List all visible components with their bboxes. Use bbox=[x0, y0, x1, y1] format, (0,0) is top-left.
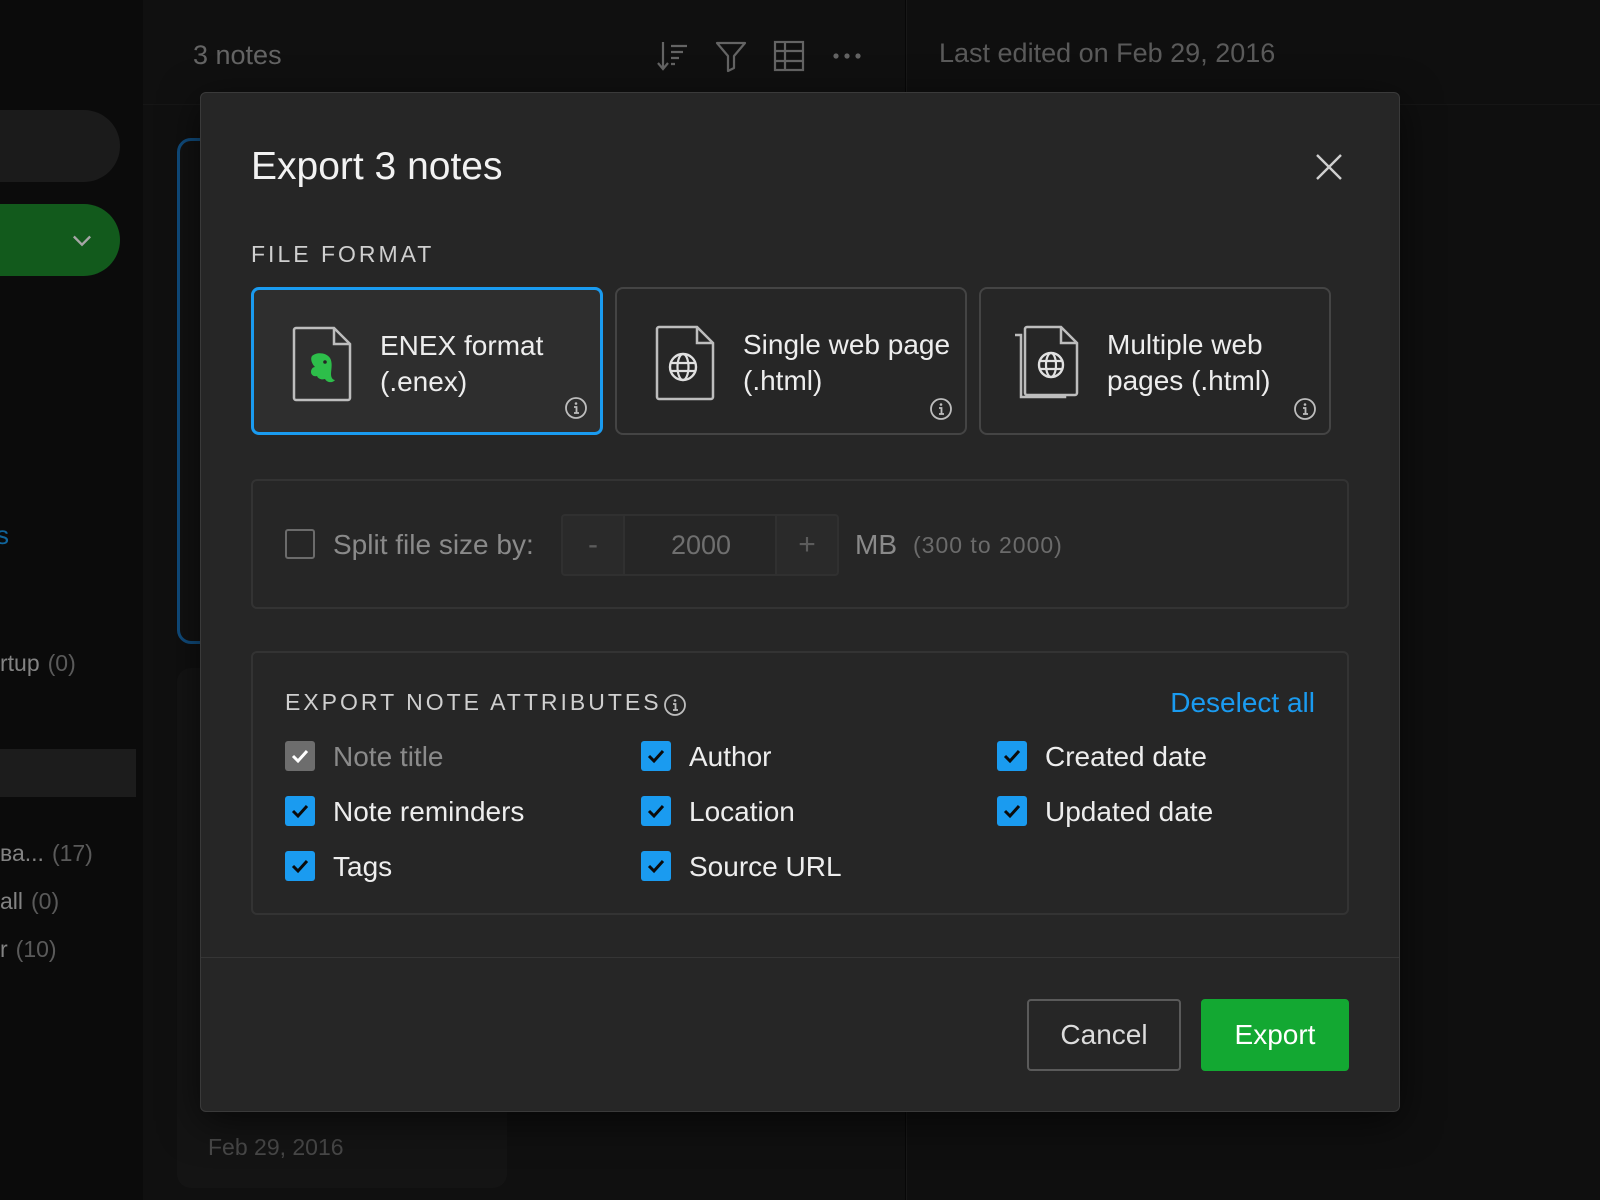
split-size-range: (300 to 2000) bbox=[913, 532, 1063, 558]
checkbox[interactable] bbox=[641, 796, 671, 826]
checkbox[interactable] bbox=[997, 796, 1027, 826]
close-icon[interactable] bbox=[1311, 149, 1347, 185]
checkbox[interactable] bbox=[997, 741, 1027, 771]
info-icon[interactable] bbox=[1293, 397, 1317, 421]
split-size-stepper: - 2000 + bbox=[561, 514, 839, 576]
format-label: Multiple web pages (.html) bbox=[1107, 329, 1271, 396]
format-option-single-html[interactable]: Single web page (.html) bbox=[615, 287, 967, 435]
info-icon[interactable] bbox=[663, 693, 687, 717]
file-format-label: FILE FORMAT bbox=[251, 241, 435, 267]
split-size-input[interactable]: 2000 bbox=[625, 516, 777, 574]
split-file-checkbox[interactable] bbox=[285, 529, 315, 559]
decrement-button[interactable]: - bbox=[563, 516, 625, 574]
checkbox[interactable] bbox=[641, 741, 671, 771]
dialog-title: Export 3 notes bbox=[251, 145, 503, 188]
attr-label: Note title bbox=[333, 741, 444, 772]
info-icon[interactable] bbox=[564, 396, 588, 420]
split-file-section: Split file size by: - 2000 + MB (300 to … bbox=[251, 479, 1349, 609]
evernote-file-icon bbox=[292, 326, 352, 402]
export-dialog: Export 3 notes FILE FORMAT ENEX format (… bbox=[200, 92, 1400, 1112]
format-label: ENEX format (.enex) bbox=[380, 330, 544, 397]
dialog-footer-divider bbox=[201, 957, 1399, 958]
increment-button[interactable]: + bbox=[775, 516, 837, 574]
checkbox[interactable] bbox=[641, 851, 671, 881]
info-icon[interactable] bbox=[929, 397, 953, 421]
split-file-label: Split file size by: bbox=[333, 529, 534, 560]
format-label: Single web page (.html) bbox=[743, 329, 951, 396]
attr-label: Created date bbox=[1045, 741, 1207, 772]
export-attributes-section: EXPORT NOTE ATTRIBUTES Deselect all Note… bbox=[251, 651, 1349, 915]
attr-label: Tags bbox=[333, 851, 393, 882]
checkbox[interactable] bbox=[285, 851, 315, 881]
cancel-button[interactable]: Cancel bbox=[1027, 999, 1181, 1071]
globe-file-icon bbox=[655, 325, 715, 401]
format-option-enex[interactable]: ENEX format (.enex) bbox=[251, 287, 603, 435]
checkbox[interactable] bbox=[285, 796, 315, 826]
format-option-multiple-html[interactable]: Multiple web pages (.html) bbox=[979, 287, 1331, 435]
deselect-all-link[interactable]: Deselect all bbox=[1170, 687, 1315, 719]
attr-label: Source URL bbox=[689, 851, 842, 882]
export-button[interactable]: Export bbox=[1201, 999, 1349, 1071]
attr-label: Author bbox=[689, 741, 772, 772]
split-size-unit: MB bbox=[855, 529, 897, 560]
export-attributes-label: EXPORT NOTE ATTRIBUTES bbox=[285, 689, 662, 715]
checkbox[interactable] bbox=[285, 741, 315, 771]
attr-label: Note reminders bbox=[333, 796, 525, 827]
attr-label: Updated date bbox=[1045, 796, 1214, 827]
globe-files-icon bbox=[1015, 325, 1079, 399]
attr-label: Location bbox=[689, 796, 795, 827]
